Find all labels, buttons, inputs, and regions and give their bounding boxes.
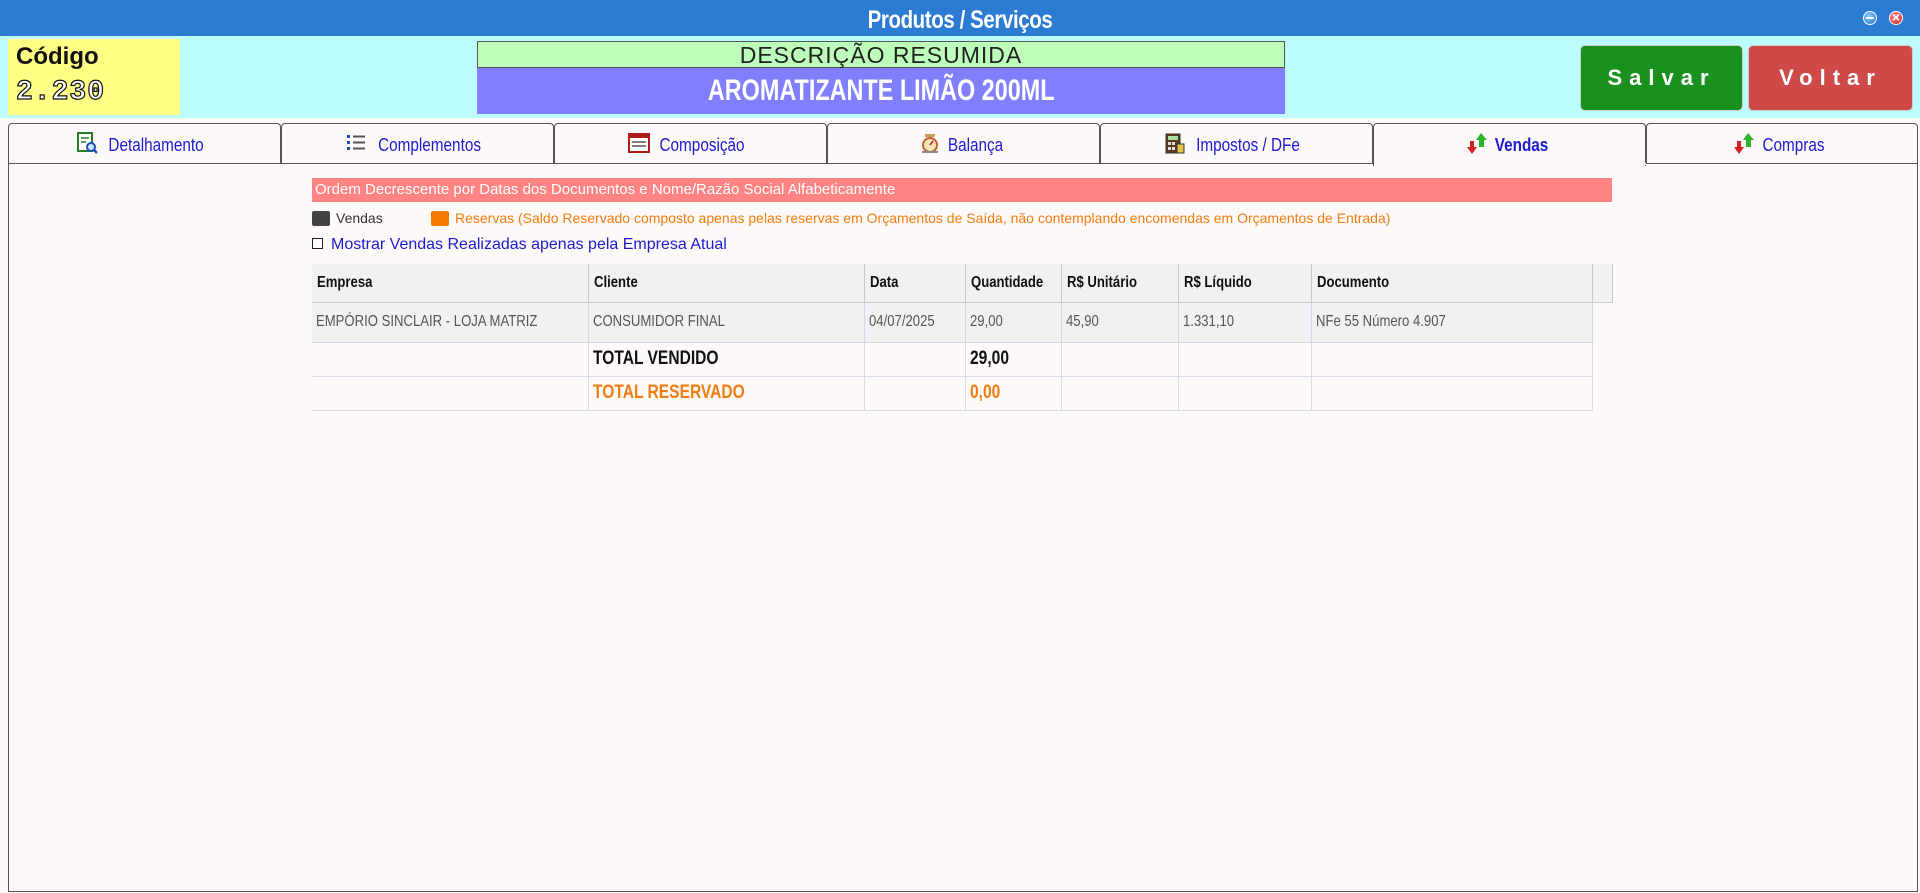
column-header-spacer [1592, 264, 1613, 303]
tab-label: Composição [659, 135, 746, 155]
cell-empty [864, 376, 966, 411]
tab-label: Compras [1762, 135, 1826, 155]
legend-reserves: Reservas (Saldo Reservado composto apena… [431, 210, 1390, 227]
tab-compras[interactable]: Compras [1646, 123, 1918, 164]
total-sold-value: 29,00 [965, 342, 1062, 377]
tab-complementos[interactable]: Complementos [281, 123, 554, 164]
cell-empty [864, 342, 966, 377]
product-header: Código 2.230 DESCRIÇÃO RESUMIDA AROMATIZ… [0, 36, 1920, 118]
cell-empty [312, 342, 589, 377]
cell-quantidade: 29,00 [965, 302, 1062, 343]
tab-composicao[interactable]: Composição [554, 123, 827, 164]
up-down-arrows-icon [1466, 133, 1487, 155]
cell-spacer [1592, 376, 1612, 410]
list-icon [346, 135, 365, 151]
code-box: Código 2.230 [8, 39, 180, 115]
active-tab-gap [1374, 163, 1646, 165]
cell-liquido: 1.331,10 [1178, 302, 1312, 343]
save-button[interactable]: Salvar [1580, 45, 1743, 111]
code-value: 2.230 [15, 76, 106, 108]
cell-empty [1178, 376, 1312, 411]
tab-label: Impostos / DFe [1196, 135, 1301, 155]
tab-impostos[interactable]: Impostos / DFe [1100, 123, 1373, 164]
minimize-icon[interactable] [1863, 11, 1877, 25]
checkbox-box[interactable] [312, 238, 323, 250]
table-row[interactable]: EMPÓRIO SINCLAIR - LOJA MATRIZ CONSUMIDO… [312, 302, 1612, 343]
tab-label: Complementos [378, 135, 481, 155]
cell-unitario: 45,90 [1061, 302, 1179, 343]
tab-label: Balança [947, 135, 1004, 155]
cell-empresa: EMPÓRIO SINCLAIR - LOJA MATRIZ [312, 302, 589, 343]
total-sold-row: TOTAL VENDIDO 29,00 [312, 342, 1612, 377]
description-text: AROMATIZANTE LIMÃO 200ML [707, 74, 1055, 107]
cell-empty [1061, 342, 1179, 377]
column-header[interactable]: Documento [1311, 264, 1593, 303]
cell-empty [1311, 342, 1593, 377]
tab-label: Vendas [1494, 135, 1549, 155]
back-button[interactable]: Voltar [1748, 45, 1913, 111]
column-header[interactable]: Cliente [588, 264, 865, 303]
window-title: Produtos / Serviços [867, 6, 1053, 34]
cell-spacer [1592, 302, 1612, 342]
cell-cliente: CONSUMIDOR FINAL [588, 302, 865, 343]
column-header[interactable]: Quantidade [965, 264, 1062, 303]
column-header[interactable]: R$ Unitário [1061, 264, 1179, 303]
cell-documento: NFe 55 Número 4.907 [1311, 302, 1593, 343]
cell-data: 04/07/2025 [864, 302, 966, 343]
calculator-icon [1165, 133, 1185, 154]
description-value: AROMATIZANTE LIMÃO 200ML [477, 68, 1285, 114]
code-label: Código [16, 43, 99, 70]
sales-table: Empresa Cliente Data Quantidade R$ Unitá… [312, 264, 1613, 411]
column-header[interactable]: Data [864, 264, 966, 303]
sales-color-swatch [312, 210, 330, 226]
cell-empty [1178, 342, 1312, 377]
cell-spacer [1592, 342, 1612, 376]
search-document-icon [77, 132, 99, 155]
title-bar: Produtos / Serviços [0, 0, 1920, 36]
tab-bar: Detalhamento Complementos Composição Bal… [8, 123, 1918, 166]
total-reserved-value: 0,00 [965, 376, 1062, 411]
tab-label: Detalhamento [108, 135, 205, 155]
close-icon[interactable] [1889, 9, 1903, 25]
checkbox-label: Mostrar Vendas Realizadas apenas pela Em… [331, 236, 727, 253]
sort-note-banner: Ordem Decrescente por Datas dos Document… [312, 178, 1612, 202]
tab-detalhamento[interactable]: Detalhamento [8, 123, 281, 164]
legend-reserves-label: Reservas (Saldo Reservado composto apena… [455, 210, 1391, 226]
tab-balanca[interactable]: Balança [827, 123, 1100, 164]
tab-vendas[interactable]: Vendas [1373, 123, 1646, 166]
reserves-color-swatch [431, 210, 449, 226]
cell-empty [312, 376, 589, 411]
legend-sales-label: Vendas [336, 210, 383, 226]
scale-icon [921, 134, 938, 154]
form-icon [628, 133, 651, 154]
column-header[interactable]: Empresa [312, 264, 589, 303]
total-reserved-row: TOTAL RESERVADO 0,00 [312, 376, 1612, 411]
column-header[interactable]: R$ Líquido [1178, 264, 1312, 303]
total-reserved-label: TOTAL RESERVADO [588, 376, 865, 411]
description-label: DESCRIÇÃO RESUMIDA [477, 41, 1285, 68]
table-header-row: Empresa Cliente Data Quantidade R$ Unitá… [312, 264, 1613, 303]
up-down-arrows-icon [1734, 133, 1755, 155]
total-sold-label: TOTAL VENDIDO [588, 342, 865, 377]
cell-empty [1061, 376, 1179, 411]
legend-sales: Vendas [312, 210, 383, 227]
current-company-checkbox[interactable]: Mostrar Vendas Realizadas apenas pela Em… [312, 236, 727, 254]
cell-empty [1311, 376, 1593, 411]
